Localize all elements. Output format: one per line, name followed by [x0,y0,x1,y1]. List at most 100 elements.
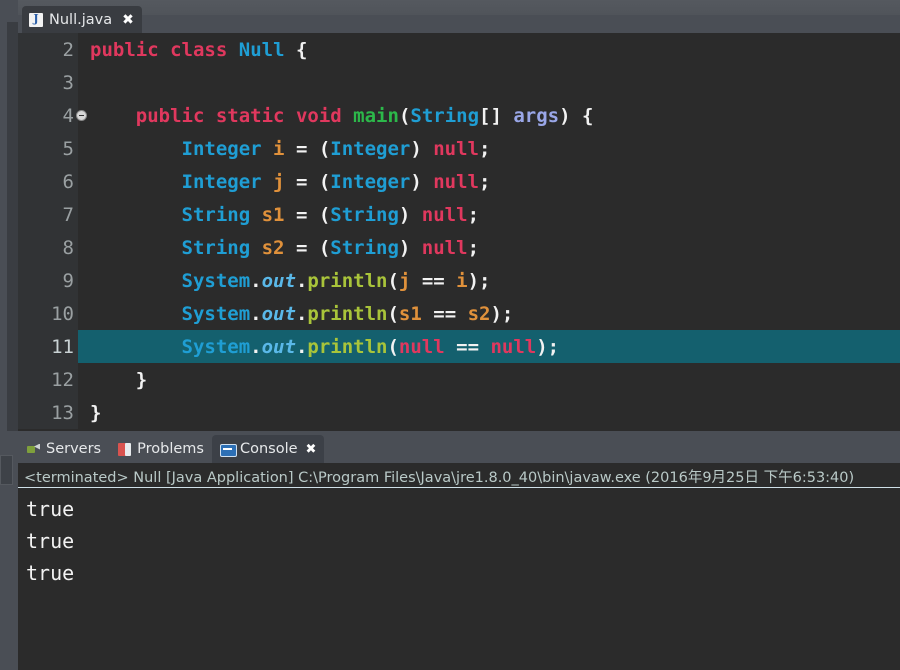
code-token: ; [467,236,480,259]
editor-left-edge-inner [7,22,18,431]
code-token: null [421,236,468,259]
code-token: ; [479,137,491,160]
code-token: i [273,137,285,160]
line-number: 13 [51,401,74,424]
panel-tab-label: Console [239,441,298,457]
code-line-text: System.out.println(null == null); [78,335,560,358]
code-token: main [353,104,399,127]
console-view[interactable]: <terminated> Null [Java Application] C:\… [18,463,900,670]
code-token: . [250,335,262,358]
line-number: 10 [51,302,74,325]
code-token: ) [410,170,434,193]
code-line[interactable]: 6 Integer j = (Integer) null; [18,165,900,198]
console-output-line: true [26,529,75,553]
line-number-gutter: 13 [18,396,78,429]
console-left-notch[interactable] [0,455,13,485]
code-token: println [307,335,388,358]
code-token: } [90,401,102,424]
line-number: 4 [62,104,74,127]
code-token: String [181,236,251,259]
code-token: ( [387,269,399,292]
code-token: ); [490,302,514,325]
code-line-text: String s1 = (String) null; [78,203,480,226]
line-number-gutter: 3 [18,66,78,99]
panel-tab-console[interactable]: Console ✖ [211,435,325,463]
code-line[interactable]: 11 System.out.println(null == null); [18,330,900,363]
line-number: 2 [62,38,74,61]
console-output: true true true [26,493,886,589]
line-number-gutter: 2 [18,33,78,66]
code-token: out [261,335,296,358]
code-token: ( [387,335,399,358]
code-token: j [273,170,285,193]
line-number-gutter: 7 [18,198,78,231]
code-token: ( [398,104,411,127]
code-token: ); [536,335,560,358]
code-token: void [295,104,342,127]
line-number-gutter: 4 [18,99,87,132]
code-token: System [181,269,251,292]
line-number: 9 [62,269,74,292]
line-number-gutter: 11 [18,330,78,363]
code-line[interactable]: 8 String s2 = (String) null; [18,231,900,264]
code-line-text: String s2 = (String) null; [78,236,480,259]
close-icon[interactable]: ✖ [306,442,317,457]
code-token: println [307,269,388,292]
code-line[interactable]: 13} [18,396,900,429]
line-number: 3 [62,71,74,94]
code-token: = ( [284,236,331,259]
panel-tab-problems[interactable]: Problems [109,435,212,463]
panel-tab-servers[interactable]: Servers [18,435,109,463]
code-token: out [261,269,296,292]
code-line-text: } [78,402,101,424]
code-editor[interactable]: 2 public class Null {3 4 public static voi… [18,33,900,431]
code-line-text: System.out.println(s1 == s2); [78,302,514,325]
code-line[interactable]: 9 System.out.println(j == i); [18,264,900,297]
code-token: == [444,335,491,358]
code-token: . [295,269,308,292]
code-line[interactable]: 12 } [18,363,900,396]
code-token: String [410,104,480,127]
line-number-gutter: 8 [18,231,78,264]
editor-left-edge [0,0,18,431]
code-token: . [250,269,262,292]
code-token: s1 [398,302,422,325]
code-line[interactable]: 3 [18,66,900,99]
code-token: out [261,302,296,325]
close-icon[interactable]: ✖ [122,13,134,27]
code-token: Integer [330,137,411,160]
editor-tab-null-java[interactable]: Null.java ✖ [22,6,142,33]
console-status-line: <terminated> Null [Java Application] C:\… [24,470,855,486]
code-token: null [421,203,468,226]
code-token: println [307,302,388,325]
code-token: args [513,104,560,127]
line-number: 5 [62,137,74,160]
code-token: s2 [467,302,491,325]
code-line[interactable]: 2 public class Null { [18,33,900,66]
code-token: null [490,335,537,358]
code-token: ; [467,203,480,226]
code-token: System [181,302,251,325]
code-line[interactable]: 5 Integer i = (Integer) null; [18,132,900,165]
code-token: Integer [181,137,262,160]
code-line-text: public class Null { [78,39,307,61]
code-token: Integer [330,170,411,193]
code-line[interactable]: 4 public static void main(String[] args)… [18,99,900,132]
code-line[interactable]: 10 System.out.println(s1 == s2); [18,297,900,330]
line-number-gutter: 5 [18,132,78,165]
code-token: ) [398,203,422,226]
line-number: 11 [51,335,74,358]
code-token: s1 [261,203,285,226]
code-token: . [295,302,308,325]
fold-collapse-icon[interactable] [76,110,87,121]
code-token: ; [479,170,491,193]
code-line[interactable]: 7 String s1 = (String) null; [18,198,900,231]
code-token: [] [479,104,514,127]
